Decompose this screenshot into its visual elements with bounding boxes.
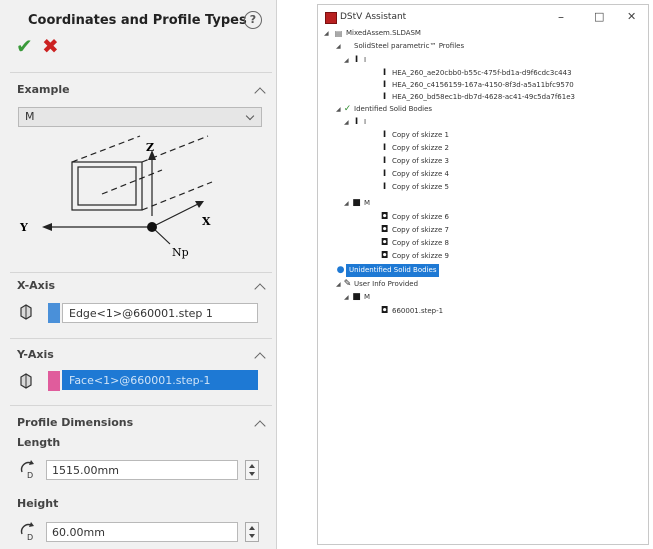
collapse-icon[interactable]: ◢ <box>344 197 349 210</box>
height-input[interactable]: 60.00mm <box>46 522 238 542</box>
profile-axes-diagram: Z Y X Np <box>19 135 213 259</box>
collapse-icon[interactable]: ◢ <box>344 116 349 129</box>
minimize-button[interactable]: – <box>558 10 564 24</box>
face-selection-icon <box>20 373 32 389</box>
x-label: X <box>202 215 211 228</box>
user-edit-icon: ✎ <box>343 279 352 289</box>
i-beam-icon: I <box>382 68 387 78</box>
profile-dimensions-title: Profile Dimensions <box>17 416 134 429</box>
spin-up-icon[interactable] <box>249 526 255 530</box>
collapse-icon[interactable]: ◢ <box>336 278 341 291</box>
hollow-section-icon: ■ <box>352 198 361 208</box>
extrusion-line-mid <box>101 169 163 195</box>
y-arrowhead <box>42 223 52 231</box>
i-beam-icon: I <box>382 92 387 102</box>
hollow-section-icon: ◘ <box>380 251 389 261</box>
spin-up-icon[interactable] <box>249 464 255 468</box>
y-label: Y <box>19 221 28 234</box>
collapse-icon[interactable]: ◢ <box>344 291 349 304</box>
length-spinner[interactable] <box>245 460 259 480</box>
collapse-y-axis-icon[interactable] <box>254 352 266 364</box>
y-axis-section-title: Y-Axis <box>17 348 54 361</box>
i-beam-icon: I <box>382 130 387 140</box>
dimension-icon: D <box>20 522 34 542</box>
svg-text:D: D <box>27 471 33 480</box>
example-select[interactable]: M <box>18 107 262 127</box>
i-beam-icon: I <box>354 55 359 65</box>
window-title: DStV Assistant <box>340 12 407 22</box>
collapse-x-axis-icon[interactable] <box>254 283 266 295</box>
i-beam-icon: I <box>382 80 387 90</box>
x-axis-line <box>151 203 199 228</box>
hollow-section-icon: ◘ <box>380 212 389 222</box>
property-manager-panel: Coordinates and Profile Types ? ✔ ✖ Exam… <box>0 0 277 549</box>
spin-down-icon[interactable] <box>249 534 255 538</box>
z-label: Z <box>146 141 154 154</box>
collapse-icon[interactable]: ◢ <box>324 27 329 40</box>
divider <box>10 338 272 339</box>
x-axis-section-title: X-Axis <box>17 279 56 292</box>
help-icon[interactable]: ? <box>244 11 262 29</box>
unidentified-icon: ● <box>336 265 345 275</box>
edge-selection-icon <box>20 304 32 320</box>
check-icon: ✓ <box>343 104 352 114</box>
collapse-dimensions-icon[interactable] <box>254 420 266 432</box>
cancel-x-icon[interactable]: ✖ <box>42 34 59 58</box>
collapse-icon[interactable]: ◢ <box>344 54 349 67</box>
profile-outline <box>71 161 143 211</box>
chevron-down-icon <box>245 111 255 121</box>
divider <box>10 272 272 273</box>
length-input[interactable]: 1515.00mm <box>46 460 238 480</box>
ok-checkmark-icon[interactable]: ✔ <box>16 34 33 58</box>
assembly-icon: ▤ <box>334 29 343 38</box>
collapse-icon[interactable]: ◢ <box>336 103 341 116</box>
height-spinner[interactable] <box>245 522 259 542</box>
origin-point-np <box>147 222 157 232</box>
i-beam-icon: I <box>382 143 387 153</box>
maximize-button[interactable]: □ <box>594 10 604 23</box>
svg-text:D: D <box>27 533 33 542</box>
x-axis-field[interactable]: Edge<1>@660001.step 1 <box>62 303 258 323</box>
i-beam-icon: I <box>382 182 387 192</box>
hollow-section-icon: ◘ <box>380 306 389 316</box>
i-beam-icon: I <box>382 156 387 166</box>
spin-down-icon[interactable] <box>249 472 255 476</box>
height-label: Height <box>17 497 59 510</box>
dimension-icon: D <box>20 460 34 480</box>
profile-inner-outline <box>77 166 137 206</box>
collapse-example-icon[interactable] <box>254 87 266 99</box>
example-section-title: Example <box>17 83 70 96</box>
divider <box>10 72 272 73</box>
dstv-assistant-window: DStV Assistant – □ ✕ ◢ ▤ MixedAssem.SLDA… <box>317 4 649 545</box>
hollow-section-icon: ◘ <box>380 225 389 235</box>
hollow-section-icon: ■ <box>352 292 361 302</box>
example-select-value: M <box>25 110 35 123</box>
y-axis-color-swatch <box>48 371 60 391</box>
length-label: Length <box>17 436 61 449</box>
extrusion-line-top <box>71 135 141 163</box>
hollow-section-icon: ◘ <box>380 238 389 248</box>
panel-title: Coordinates and Profile Types <box>28 13 247 28</box>
np-label: Np <box>172 246 189 259</box>
i-beam-icon: I <box>354 117 359 127</box>
divider <box>10 405 272 406</box>
collapse-icon[interactable]: ◢ <box>336 40 341 53</box>
i-beam-icon: I <box>382 169 387 179</box>
app-icon <box>325 12 337 24</box>
y-axis-field[interactable]: Face<1>@660001.step-1 <box>62 370 258 390</box>
x-axis-color-swatch <box>48 303 60 323</box>
close-button[interactable]: ✕ <box>627 10 636 23</box>
